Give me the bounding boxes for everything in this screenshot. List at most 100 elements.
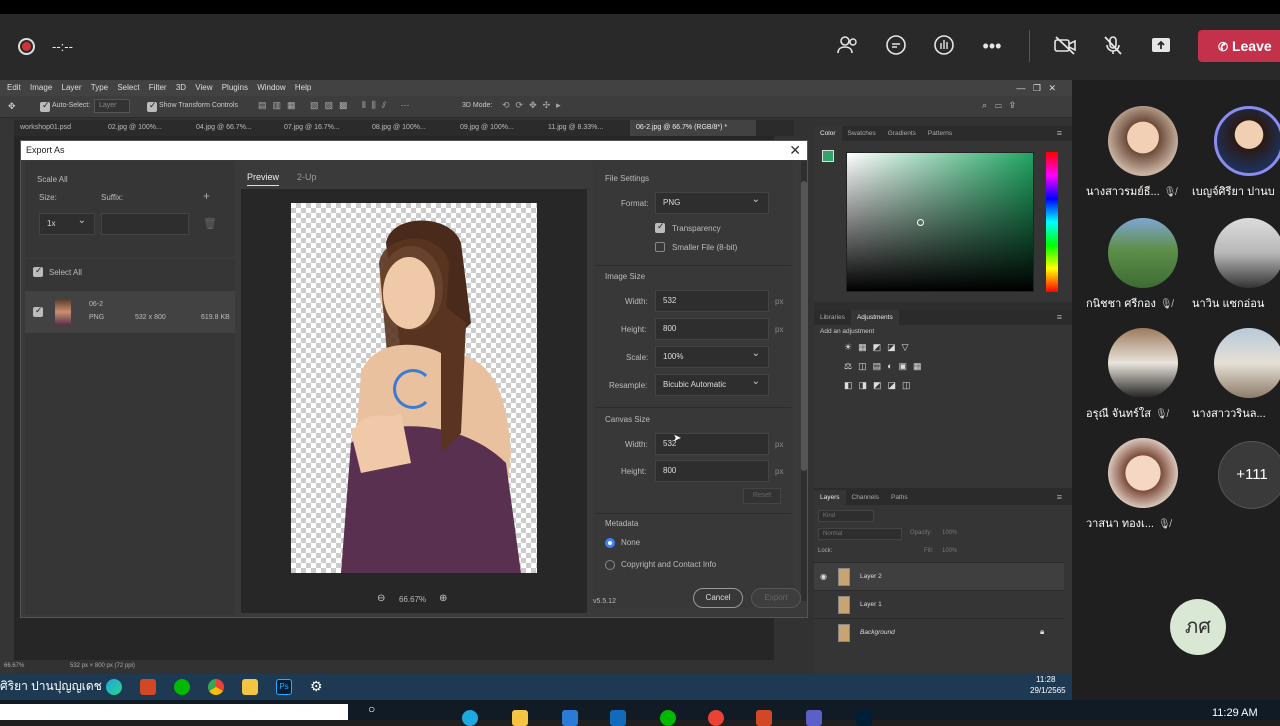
tab-paths[interactable]: Paths <box>885 490 914 505</box>
tab-02[interactable]: 02.jpg @ 100%... <box>102 120 190 136</box>
trash-icon[interactable]: 🗑︎ <box>203 217 217 230</box>
opacity-value[interactable]: 100% <box>942 530 957 536</box>
color-picker-cursor[interactable] <box>917 219 924 226</box>
tab-channels[interactable]: Channels <box>846 490 885 505</box>
more-participants-button[interactable]: +111 <box>1218 441 1280 509</box>
layer-row[interactable]: Layer 1 <box>814 590 1064 618</box>
photoshop-icon[interactable]: Ps <box>276 679 292 695</box>
adjustment-icons[interactable]: ☀▦◩◪▽ ⚖◫▤◐▣▦ ◧◨◩◪◫ <box>844 338 928 395</box>
line-icon[interactable] <box>660 710 676 726</box>
image-scale-select[interactable]: 100% <box>655 344 769 368</box>
fill-value[interactable]: 100% <box>942 548 957 554</box>
panel-menu-icon[interactable]: ≡ <box>1051 310 1068 325</box>
format-select[interactable]: PNG <box>655 190 769 214</box>
tab-patterns[interactable]: Patterns <box>922 126 958 141</box>
gear-icon[interactable]: ⚙ <box>310 678 323 695</box>
tab-preview[interactable]: Preview <box>247 172 280 186</box>
suffix-input[interactable] <box>101 213 189 235</box>
smaller-file-checkbox[interactable] <box>655 242 665 252</box>
panel-menu-icon[interactable]: ≡ <box>1051 490 1068 505</box>
tab-08[interactable]: 08.jpg @ 100%... <box>366 120 454 136</box>
scrollbar-thumb[interactable] <box>801 181 807 471</box>
share-icon[interactable] <box>1149 34 1173 58</box>
search-icon[interactable]: ⌕▭⇪ <box>982 100 1023 111</box>
search-icon[interactable]: ○ <box>368 702 375 716</box>
menu-edit[interactable]: Edit <box>7 80 21 96</box>
layer-select[interactable]: Layer <box>94 99 130 113</box>
window-controls[interactable]: — ❐ ✕ <box>1016 80 1056 96</box>
self-avatar[interactable]: ภศ <box>1170 599 1226 655</box>
store-icon[interactable] <box>562 710 578 726</box>
tab-2-up[interactable]: 2-Up <box>297 172 317 182</box>
settings-scrollbar[interactable] <box>801 161 807 601</box>
zoom-in-icon[interactable]: ⊕ <box>439 593 447 604</box>
export-button[interactable]: Export <box>751 588 801 608</box>
canvas-height-input[interactable]: 800 <box>655 460 769 482</box>
metadata-copyright-radio[interactable] <box>605 560 615 570</box>
hue-slider[interactable] <box>1046 152 1058 292</box>
tab-11[interactable]: 11.jpg @ 8.33%... <box>542 120 630 136</box>
menu-filter[interactable]: Filter <box>149 80 167 96</box>
menu-layer[interactable]: Layer <box>62 80 82 96</box>
3d-mode-icons[interactable]: ⟲⟳✥✣▸ <box>502 100 567 111</box>
photoshop-icon[interactable] <box>856 710 872 726</box>
asset-checkbox[interactable] <box>33 305 43 317</box>
teams-icon[interactable] <box>806 710 822 726</box>
menu-window[interactable]: Window <box>257 80 285 96</box>
blend-mode-select[interactable]: Normal <box>818 528 902 540</box>
menu-select[interactable]: Select <box>117 80 139 96</box>
tab-swatches[interactable]: Swatches <box>842 126 882 141</box>
file-explorer-icon[interactable] <box>512 710 528 726</box>
taskbar-search-box[interactable] <box>0 704 348 720</box>
chrome-icon[interactable] <box>708 710 724 726</box>
image-width-input[interactable]: 532 <box>655 290 769 312</box>
layer-row[interactable]: ◉ Layer 2 <box>814 562 1064 590</box>
tab-09[interactable]: 09.jpg @ 100%... <box>454 120 542 136</box>
file-explorer-icon[interactable] <box>242 679 258 695</box>
eye-icon[interactable]: ◉ <box>820 572 827 581</box>
auto-select-checkbox[interactable] <box>40 100 50 112</box>
zoom-out-icon[interactable]: ⊖ <box>377 593 385 604</box>
panel-menu-icon[interactable]: ≡ <box>1051 126 1068 141</box>
powerpoint-icon[interactable] <box>756 710 772 726</box>
menu-view[interactable]: View <box>195 80 212 96</box>
menu-type[interactable]: Type <box>91 80 108 96</box>
chat-icon[interactable] <box>884 34 908 58</box>
image-height-input[interactable]: 800 <box>655 318 769 340</box>
powerpoint-icon[interactable] <box>140 679 156 695</box>
close-icon[interactable]: ✕ <box>789 142 801 158</box>
scale-select[interactable]: 1x <box>39 211 95 235</box>
resample-select[interactable]: Bicubic Automatic <box>655 372 769 396</box>
add-scale-icon[interactable]: + <box>203 189 210 203</box>
tab-libraries[interactable]: Libraries <box>814 310 851 325</box>
raise-hand-icon[interactable] <box>932 34 956 58</box>
tab-adjustments[interactable]: Adjustments <box>850 310 899 325</box>
tab-layers[interactable]: Layers <box>814 490 846 505</box>
more-icon[interactable]: ••• <box>980 34 1004 58</box>
line-icon[interactable] <box>174 679 190 695</box>
chrome-icon[interactable] <box>208 679 224 695</box>
tab-07[interactable]: 07.jpg @ 16.7%... <box>278 120 366 136</box>
mail-icon[interactable] <box>610 710 626 726</box>
align-icons[interactable]: ▤▥▦ ▧▨▩ ⫴⫼⫽ ⋯ <box>258 100 415 111</box>
tab-gradients[interactable]: Gradients <box>882 126 922 141</box>
tools-panel[interactable] <box>0 118 14 678</box>
select-all-checkbox[interactable] <box>33 265 43 277</box>
foreground-color-swatch[interactable] <box>822 150 834 162</box>
show-transform-checkbox[interactable] <box>147 100 157 112</box>
camera-off-icon[interactable] <box>1053 34 1077 58</box>
layer-filter-kind[interactable]: Kind <box>818 510 874 522</box>
menu-plugins[interactable]: Plugins <box>222 80 248 96</box>
layer-row[interactable]: Background 🔒︎ <box>814 618 1064 646</box>
move-tool-icon[interactable]: ✥ <box>8 101 16 112</box>
people-icon[interactable] <box>836 34 860 58</box>
menu-help[interactable]: Help <box>295 80 311 96</box>
cancel-button[interactable]: Cancel <box>693 588 743 608</box>
transparency-checkbox[interactable] <box>655 221 665 233</box>
edge-icon[interactable] <box>106 679 122 695</box>
tab-workshop01[interactable]: workshop01.psd <box>14 120 102 136</box>
reset-button[interactable]: Reset <box>743 488 781 504</box>
tab-04[interactable]: 04.jpg @ 66.7%... <box>190 120 278 136</box>
edge-icon[interactable] <box>462 710 478 726</box>
tab-color[interactable]: Color <box>814 126 842 141</box>
